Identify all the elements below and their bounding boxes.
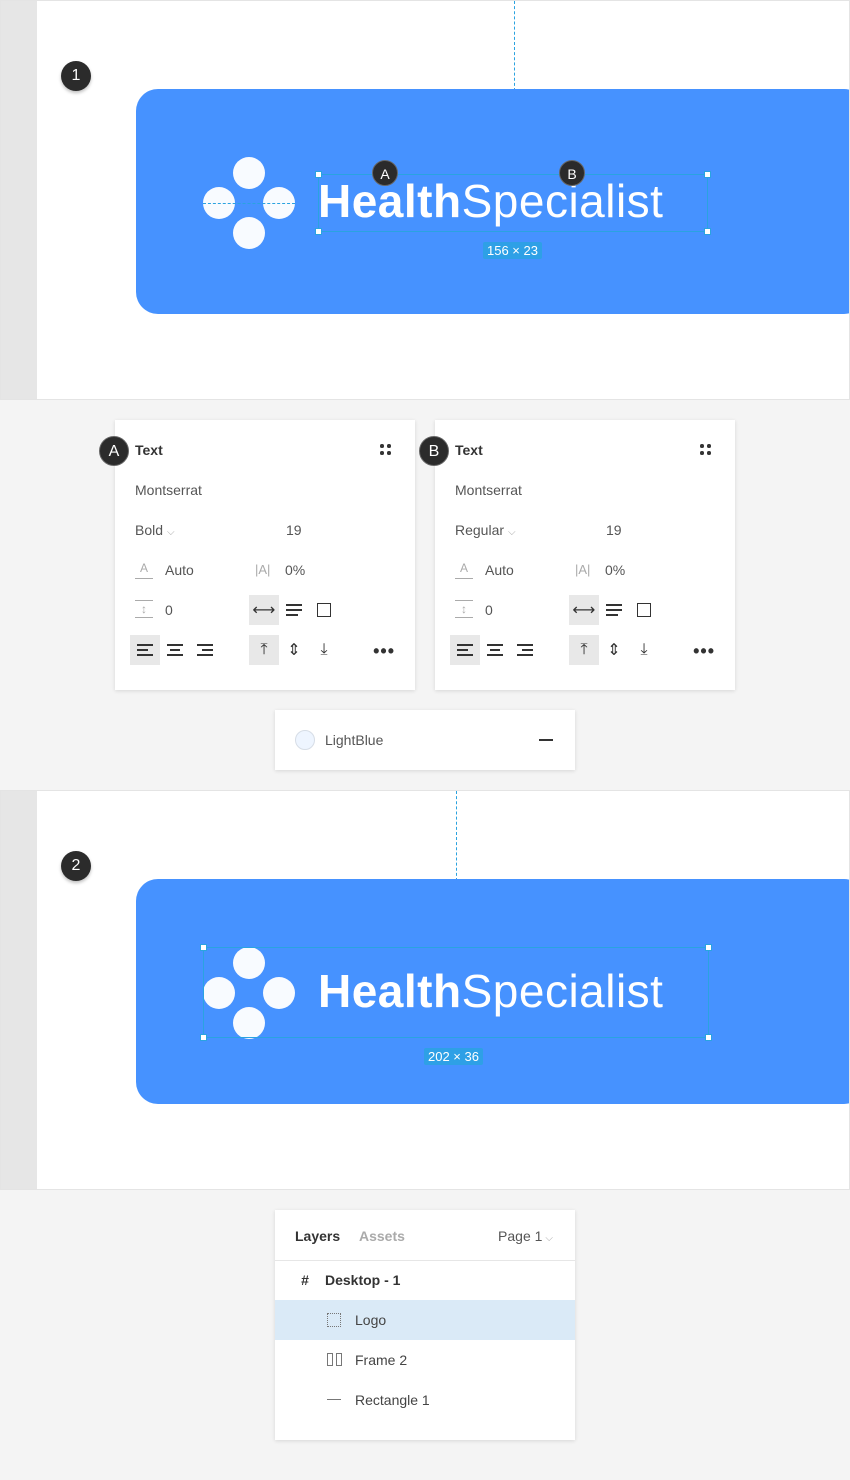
align-center-icon[interactable] xyxy=(160,635,190,665)
auto-width-icon[interactable]: ⟷ xyxy=(249,595,279,625)
auto-width-icon[interactable]: ⟷ xyxy=(569,595,599,625)
frame-hash-icon: # xyxy=(301,1272,309,1288)
font-family-select[interactable]: Montserrat xyxy=(455,482,522,498)
align-top-icon[interactable]: ⤒ xyxy=(249,635,279,665)
layer-label: Frame 2 xyxy=(355,1352,408,1368)
line-height-icon: A xyxy=(135,561,153,579)
header-banner: HealthSpecialist 202 × 36 xyxy=(136,879,849,1104)
panel-title: Text xyxy=(135,442,163,458)
align-left-icon[interactable] xyxy=(450,635,480,665)
layer-label: Logo xyxy=(355,1312,387,1328)
step-badge: 1 xyxy=(61,61,91,91)
align-middle-icon[interactable]: ⇕ xyxy=(599,635,629,665)
frame-columns-icon xyxy=(327,1353,343,1367)
chevron-down-icon: ⌵ xyxy=(545,1233,553,1244)
dimension-label: 156 × 23 xyxy=(483,242,542,259)
line-height-input[interactable]: Auto xyxy=(165,562,194,578)
align-top-icon[interactable]: ⤒ xyxy=(569,635,599,665)
letter-spacing-icon: |A| xyxy=(575,562,591,577)
layer-row-rectangle[interactable]: Rectangle 1 xyxy=(275,1380,575,1420)
font-weight-value: Bold xyxy=(135,522,164,538)
align-bottom-icon[interactable]: ⤓ xyxy=(309,635,339,665)
canvas-ruler-strip xyxy=(1,1,37,399)
panel-title: Text xyxy=(455,442,483,458)
marker-a: A xyxy=(372,160,398,186)
color-style-row[interactable]: LightBlue xyxy=(275,710,575,770)
paragraph-spacing-input[interactable]: 0 xyxy=(485,602,493,618)
layer-row-logo[interactable]: Logo xyxy=(275,1300,575,1340)
page-select-value: Page 1 xyxy=(498,1228,543,1244)
color-swatch[interactable] xyxy=(295,730,315,750)
align-middle-icon[interactable]: ⇕ xyxy=(279,635,309,665)
fixed-size-icon[interactable] xyxy=(309,595,339,625)
line-height-icon: A xyxy=(455,561,473,579)
dimension-label: 202 × 36 xyxy=(424,1048,483,1065)
panel-marker: B xyxy=(419,436,449,466)
align-left-icon[interactable] xyxy=(130,635,160,665)
align-right-icon[interactable] xyxy=(190,635,220,665)
layer-label: Desktop - 1 xyxy=(325,1272,401,1288)
letter-spacing-input[interactable]: 0% xyxy=(285,562,305,578)
color-style-name: LightBlue xyxy=(325,732,384,748)
style-grid-icon[interactable] xyxy=(380,444,391,455)
logo-dots-icon xyxy=(203,157,295,249)
layer-row-desktop[interactable]: # Desktop - 1 xyxy=(275,1260,575,1300)
marker-b: B xyxy=(559,160,585,186)
paragraph-spacing-input[interactable]: 0 xyxy=(165,602,173,618)
tab-layers[interactable]: Layers xyxy=(295,1228,340,1244)
header-banner: HealthSpecialist A B 156 × 23 xyxy=(136,89,849,314)
canvas-step-2: 2 HealthSpecialist 202 × 36 xyxy=(0,790,850,1190)
letter-spacing-input[interactable]: 0% xyxy=(605,562,625,578)
align-bottom-icon[interactable]: ⤓ xyxy=(629,635,659,665)
text-properties-panel-b: B Text Montserrat Regular ⌵ 19 A Auto |A|… xyxy=(419,420,735,690)
font-size-input[interactable]: 19 xyxy=(606,522,622,538)
paragraph-spacing-icon: ↕ xyxy=(455,600,473,618)
letter-spacing-icon: |A| xyxy=(255,562,271,577)
line-height-input[interactable]: Auto xyxy=(485,562,514,578)
more-options-icon[interactable]: ••• xyxy=(693,641,715,662)
align-right-icon[interactable] xyxy=(510,635,540,665)
chevron-down-icon: ⌵ xyxy=(508,527,516,538)
auto-height-icon[interactable] xyxy=(599,595,629,625)
canvas-ruler-strip xyxy=(1,791,37,1189)
group-dashed-icon xyxy=(327,1313,341,1327)
style-grid-icon[interactable] xyxy=(700,444,711,455)
layer-label: Rectangle 1 xyxy=(355,1392,430,1408)
logo-selection-box[interactable] xyxy=(200,944,712,1041)
font-weight-select[interactable]: Bold ⌵ xyxy=(135,522,175,538)
auto-height-icon[interactable] xyxy=(279,595,309,625)
line-icon xyxy=(327,1399,341,1400)
font-weight-select[interactable]: Regular ⌵ xyxy=(455,522,516,538)
step-badge: 2 xyxy=(61,851,91,881)
font-family-select[interactable]: Montserrat xyxy=(135,482,202,498)
canvas-step-1: 1 HealthSpecialist A B 156 × 23 xyxy=(0,0,850,400)
center-guide xyxy=(514,1,515,91)
center-guide xyxy=(456,791,457,881)
fixed-size-icon[interactable] xyxy=(629,595,659,625)
text-properties-panel-a: A Text Montserrat Bold ⌵ 19 A Auto |A| 0%… xyxy=(99,420,415,690)
layers-panel: Layers Assets Page 1 ⌵ # Desktop - 1 Logo… xyxy=(275,1210,575,1440)
layer-row-frame[interactable]: Frame 2 xyxy=(275,1340,575,1380)
page-select[interactable]: Page 1 ⌵ xyxy=(498,1228,553,1244)
panel-marker: A xyxy=(99,436,129,466)
font-weight-value: Regular xyxy=(455,522,505,538)
align-center-icon[interactable] xyxy=(480,635,510,665)
paragraph-spacing-icon: ↕ xyxy=(135,600,153,618)
tab-assets[interactable]: Assets xyxy=(359,1228,405,1244)
more-options-icon[interactable]: ••• xyxy=(373,641,395,662)
chevron-down-icon: ⌵ xyxy=(167,527,175,538)
font-size-input[interactable]: 19 xyxy=(286,522,302,538)
remove-style-icon[interactable] xyxy=(539,739,553,741)
